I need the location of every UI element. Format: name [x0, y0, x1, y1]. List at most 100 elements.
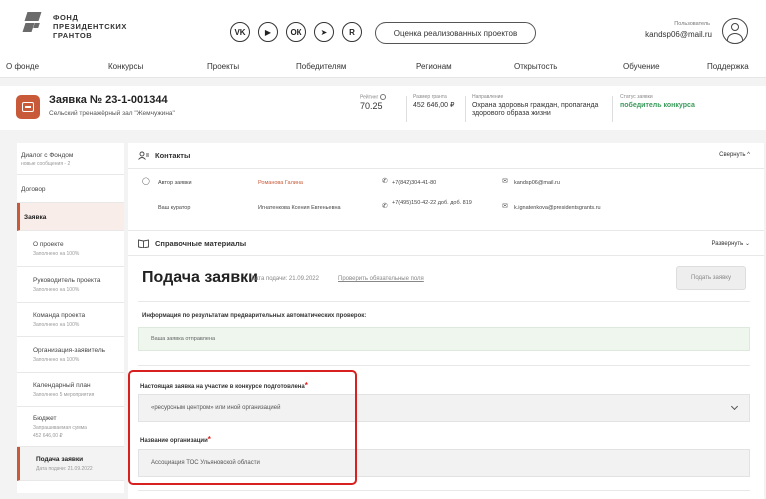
- rating-value: 70.25: [360, 101, 383, 111]
- sidebar-item-sub: Заполнено 5 мероприятия: [33, 392, 95, 398]
- participation-select[interactable]: «ресурсным центром» или иной организацие…: [138, 394, 750, 422]
- vk-icon[interactable]: VK: [230, 22, 250, 42]
- sidebar-item-label: Договор: [21, 186, 46, 193]
- submit-button[interactable]: Подать заявку: [676, 266, 746, 290]
- divider: [465, 96, 466, 122]
- user-icon: ◯: [142, 178, 150, 185]
- expand-button[interactable]: Развернуть ⌄: [711, 240, 750, 247]
- application-icon: [16, 95, 40, 119]
- sidebar-item-sub: Заполнено на 100%: [33, 251, 80, 257]
- sidebar-item-contract[interactable]: Договор: [17, 175, 124, 203]
- contacts-icon: [138, 151, 149, 160]
- application-subtitle: Сельский тренажёрный зал "Жемчужина": [49, 110, 175, 117]
- sidebar-item-label: Календарный план: [33, 382, 91, 389]
- logo[interactable]: ФОНД ПРЕЗИДЕНТСКИХ ГРАНТОВ: [20, 8, 170, 48]
- curator-phone[interactable]: +7(495)150-42-22 доб. доб. 819: [392, 200, 492, 207]
- avatar[interactable]: [722, 18, 748, 44]
- odnoklassniki-icon[interactable]: ОК: [286, 22, 306, 42]
- nav-item-regions[interactable]: Регионам: [416, 62, 452, 71]
- sidebar-item-label: О проекте: [33, 241, 64, 248]
- user-role: Пользователь: [674, 21, 710, 27]
- sidebar-item-sub: Запрашиваемая сумма: [33, 425, 87, 431]
- author-phone[interactable]: +7(842)304-41-80: [392, 180, 436, 186]
- logo-text-line: ФОНД: [53, 13, 79, 22]
- direction-value: Охрана здоровья граждан, пропаганда здор…: [472, 102, 599, 117]
- sidebar-item-sub: Заполнено на 100%: [33, 322, 80, 328]
- sidebar-item-sub: 452 646,00 ₽: [33, 433, 63, 439]
- sidebar-item-project-leader[interactable]: Руководитель проекта Заполнено на 100%: [17, 267, 124, 303]
- application-title: Заявка № 23-1-001344: [49, 94, 168, 106]
- avatar-head-icon: [731, 23, 739, 31]
- curator-name: Игнатенкова Ксения Евгеньевна: [258, 205, 341, 211]
- logo-text-line: ПРЕЗИДЕНТСКИХ: [53, 22, 128, 31]
- nav-item-openness[interactable]: Открытость: [514, 62, 557, 71]
- chevron-down-icon: ⌄: [744, 241, 750, 247]
- logo-text-line: ГРАНТОВ: [53, 31, 93, 40]
- book-icon: [138, 239, 149, 248]
- curator-label: Ваш куратор: [158, 205, 191, 211]
- participation-label: Настоящая заявка на участие в конкурсе п…: [140, 381, 308, 390]
- sidebar-item-calendar-plan[interactable]: Календарный план Заполнено 5 мероприятия: [17, 373, 124, 407]
- info-icon[interactable]: [380, 94, 387, 100]
- sidebar-item-submission[interactable]: Подача заявки Дата подачи: 21.09.2022: [17, 447, 124, 481]
- org-name-label-text: Название организации: [140, 438, 208, 444]
- org-name-value: Ассоциация ТОС Ульяновской области: [151, 460, 260, 466]
- sidebar-item-label: Команда проекта: [33, 312, 86, 319]
- rating-label: Рейтинг: [360, 94, 387, 100]
- checks-result-box: Ваша заявка отправлена: [138, 327, 750, 351]
- curator-email[interactable]: k.ignatenkova@presidentsgrants.ru: [514, 205, 601, 211]
- submission-date: Дата подачи: 21.09.2022: [251, 276, 319, 282]
- sidebar-item-dialog[interactable]: Диалог с Фондом новые сообщения - 2: [17, 143, 124, 175]
- org-name-field[interactable]: Ассоциация ТОС Ульяновской области: [138, 449, 750, 477]
- divider: [138, 365, 750, 366]
- nav-item-education[interactable]: Обучение: [623, 62, 660, 71]
- sidebar-item-project-team[interactable]: Команда проекта Заполнено на 100%: [17, 303, 124, 337]
- collapse-label: Свернуть: [719, 152, 746, 158]
- sidebar-item-label: Заявка: [24, 214, 47, 221]
- required-marker: *: [207, 435, 211, 444]
- email-icon: ✉: [502, 178, 508, 185]
- nav-item-projects[interactable]: Проекты: [207, 62, 239, 71]
- phone-icon: ✆: [382, 178, 388, 185]
- nav-item-contests[interactable]: Конкурсы: [108, 62, 143, 71]
- checks-result-text: Ваша заявка отправлена: [151, 336, 216, 342]
- sidebar-item-label: Организация-заявитель: [33, 347, 106, 354]
- collapse-button[interactable]: Свернуть ^: [719, 152, 750, 158]
- author-email[interactable]: kandsp06@mail.ru: [514, 180, 560, 186]
- user-email[interactable]: kandsp06@mail.ru: [645, 30, 712, 39]
- contacts-header[interactable]: Контакты Свернуть ^: [128, 143, 764, 169]
- logo-mark-icon: [20, 12, 48, 40]
- sidebar-item-about-project[interactable]: О проекте Заполнено на 100%: [17, 231, 124, 267]
- nav-item-winners[interactable]: Победителям: [296, 62, 346, 71]
- application-bar: Заявка № 23-1-001344 Сельский тренажёрны…: [0, 86, 766, 130]
- sidebar-item-label: Бюджет: [33, 415, 57, 422]
- nav-item-about[interactable]: О фонде: [6, 62, 39, 71]
- participation-label-text: Настоящая заявка на участие в конкурсе п…: [140, 384, 305, 390]
- sidebar-item-application[interactable]: Заявка: [17, 203, 124, 231]
- status-label: Статус заявки: [620, 94, 653, 100]
- sidebar: Диалог с Фондом новые сообщения - 2 Дого…: [17, 143, 124, 493]
- reference-label: Справочные материалы: [155, 239, 247, 248]
- youtube-icon[interactable]: ▶: [258, 22, 278, 42]
- chevron-up-icon: ^: [747, 152, 750, 158]
- checks-title: Информация по результатам предварительны…: [142, 313, 367, 319]
- sidebar-item-budget[interactable]: Бюджет Запрашиваемая сумма 452 646,00 ₽: [17, 407, 124, 447]
- check-fields-link[interactable]: Проверить обязательные поля: [338, 276, 424, 282]
- direction-label: Направление: [472, 94, 504, 100]
- sidebar-item-sub: Заполнено на 100%: [33, 357, 80, 363]
- avatar-body-icon: [727, 33, 743, 43]
- rutube-icon[interactable]: R: [342, 22, 362, 42]
- telegram-icon[interactable]: ➤: [314, 22, 334, 42]
- evaluation-button[interactable]: Оценка реализованных проектов: [375, 22, 536, 44]
- phone-icon: ✆: [382, 203, 388, 210]
- reference-header[interactable]: Справочные материалы Развернуть ⌄: [128, 230, 764, 256]
- nav-item-support[interactable]: Поддержка: [707, 62, 749, 71]
- sidebar-item-applicant-org[interactable]: Организация-заявитель Заполнено на 100%: [17, 337, 124, 373]
- grant-label: Размер гранта: [413, 94, 447, 100]
- required-marker: *: [304, 381, 308, 390]
- author-label: Автор заявки: [158, 180, 192, 186]
- grant-value: 452 646,00 ₽: [413, 102, 455, 109]
- divider: [406, 96, 407, 122]
- contacts-label: Контакты: [155, 151, 191, 160]
- sidebar-item-label: Диалог с Фондом: [21, 152, 74, 159]
